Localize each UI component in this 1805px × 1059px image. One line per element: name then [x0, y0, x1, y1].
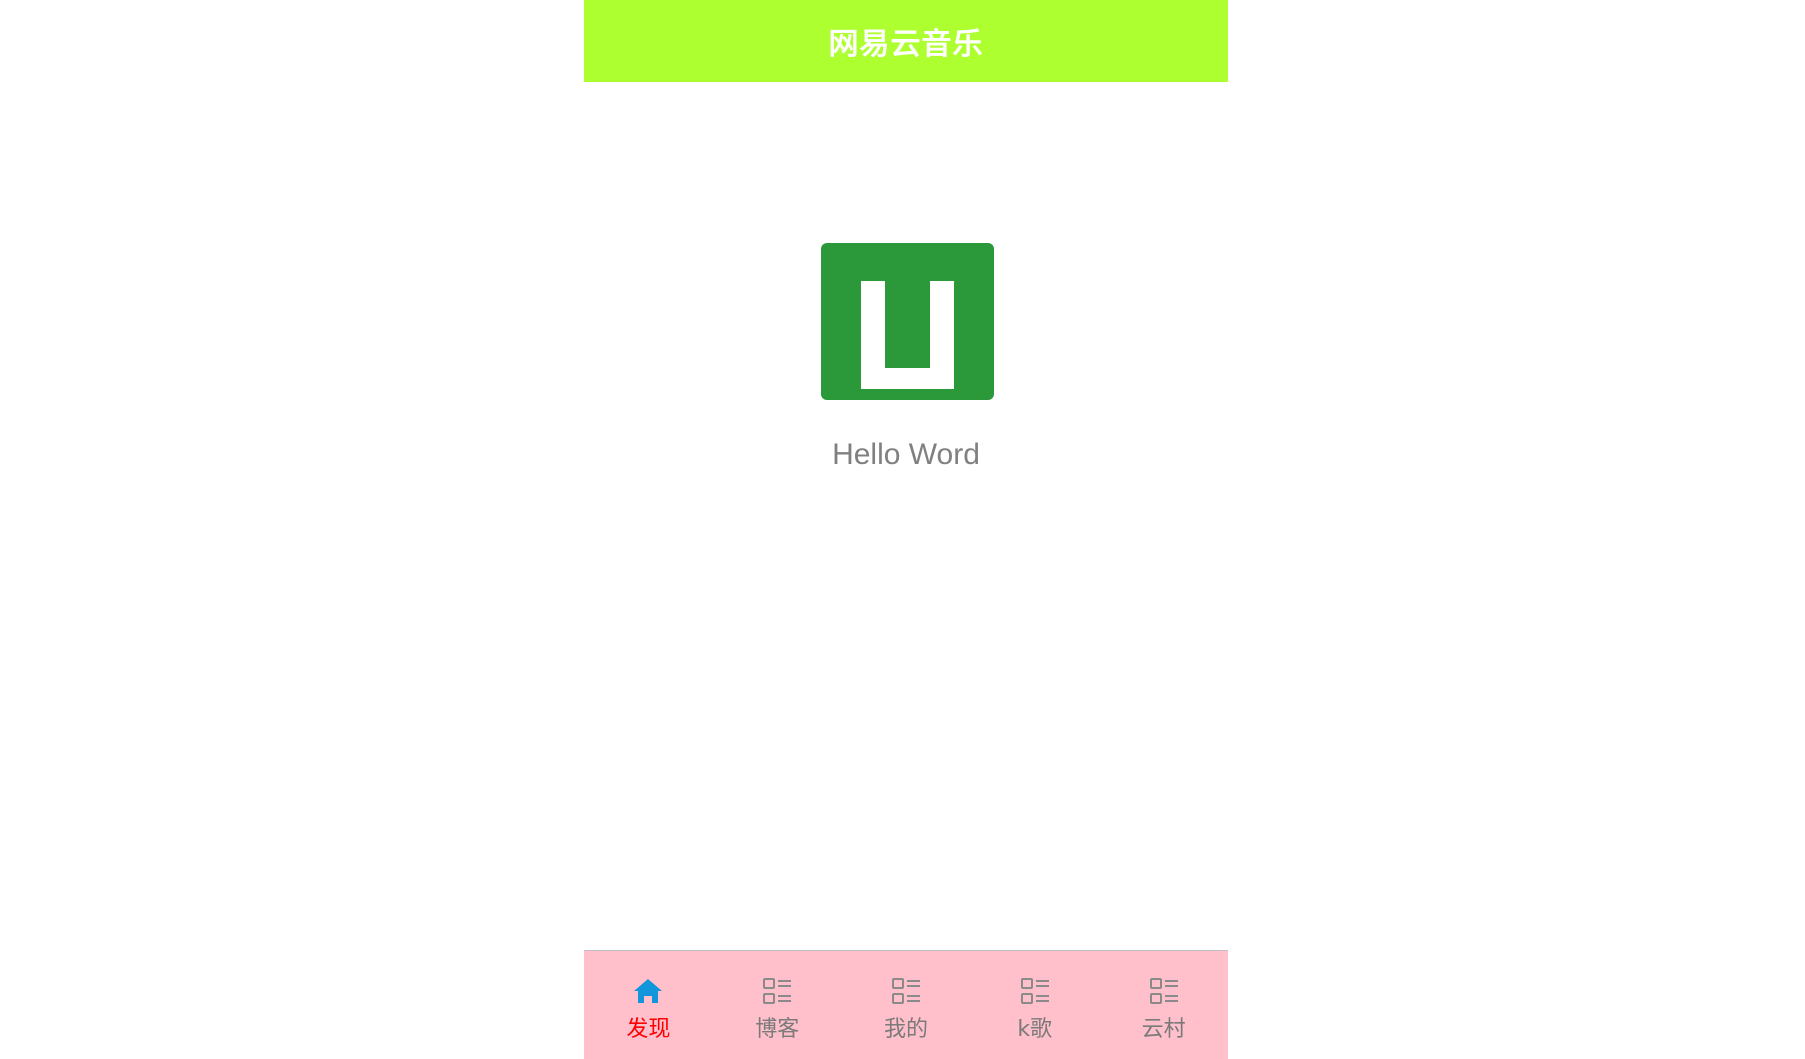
list-icon [1149, 978, 1178, 1004]
app-frame: 网易云音乐 Hello Word 发现 博客 我的 k歌 云村 [584, 0, 1228, 1059]
navigation-bar: 网易云音乐 [584, 0, 1228, 82]
tab-label: 博客 [755, 1017, 800, 1042]
list-icon [763, 978, 792, 1004]
page-content: Hello Word [584, 82, 1228, 950]
navbar-title: 网易云音乐 [828, 27, 984, 62]
tab-label: 云村 [1141, 1017, 1186, 1042]
tab-label: 发现 [626, 1017, 671, 1042]
uniapp-logo [821, 243, 994, 400]
tab-blog[interactable]: 博客 [713, 951, 842, 1059]
home-icon [634, 979, 663, 1003]
list-icon [891, 978, 920, 1004]
logo-mark-icon [861, 281, 954, 389]
tab-mine[interactable]: 我的 [842, 951, 971, 1059]
tab-label: 我的 [883, 1017, 928, 1042]
tab-discover[interactable]: 发现 [584, 951, 713, 1059]
tab-karaoke[interactable]: k歌 [970, 951, 1099, 1059]
tab-village[interactable]: 云村 [1099, 951, 1228, 1059]
tab-label: k歌 [1017, 1017, 1053, 1042]
tab-bar: 发现 博客 我的 k歌 云村 [584, 950, 1228, 1059]
list-icon [1020, 978, 1049, 1004]
greeting-text: Hello Word [832, 438, 980, 471]
